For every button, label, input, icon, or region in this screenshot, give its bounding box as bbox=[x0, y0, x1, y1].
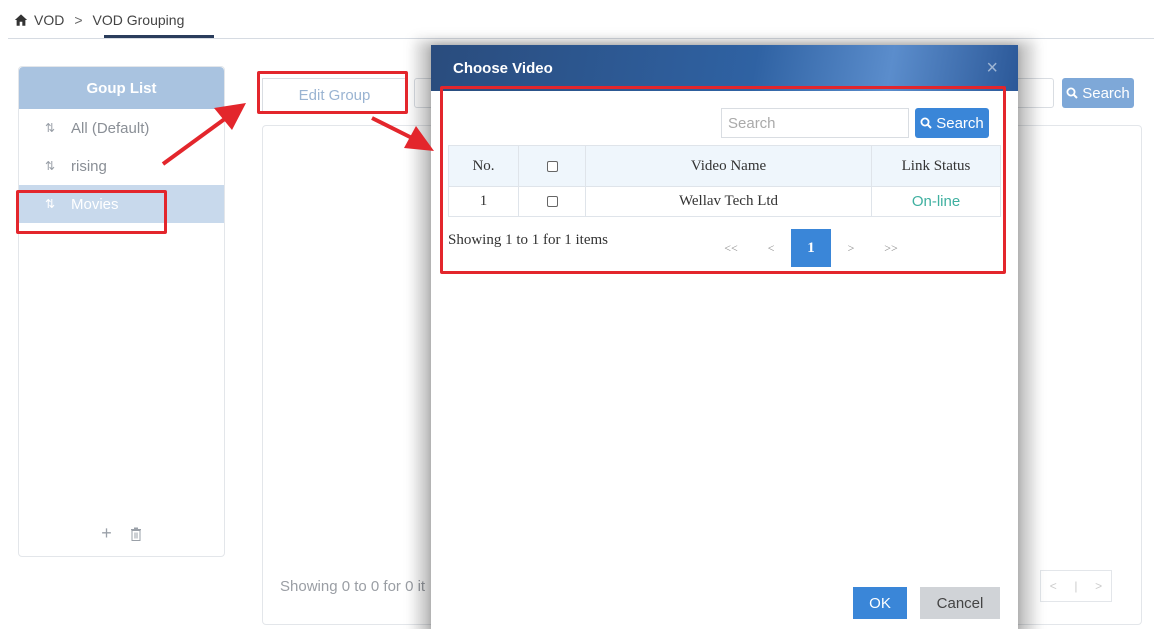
col-link-status: Link Status bbox=[871, 145, 1001, 187]
choose-video-dialog: Choose Video × Search No. Video Name Lin… bbox=[431, 45, 1018, 629]
sort-icon[interactable]: ⇅ bbox=[45, 197, 57, 211]
row-checkbox[interactable] bbox=[546, 196, 558, 208]
close-icon[interactable]: × bbox=[986, 57, 998, 80]
breadcrumb-home-link[interactable]: VOD bbox=[34, 12, 64, 28]
group-item-rising[interactable]: ⇅ rising bbox=[19, 147, 224, 185]
group-list-actions: + bbox=[19, 523, 224, 544]
row-link-status: On-line bbox=[871, 186, 1001, 217]
group-item-label: All (Default) bbox=[71, 119, 150, 137]
group-item-label: Movies bbox=[71, 195, 119, 213]
pager-next[interactable]: > bbox=[831, 229, 871, 267]
pager-first[interactable]: << bbox=[711, 229, 751, 267]
pager-last[interactable]: >> bbox=[871, 229, 911, 267]
group-list-title: Goup List bbox=[19, 67, 224, 109]
select-all-checkbox[interactable] bbox=[546, 160, 558, 172]
main-showing-text: Showing 0 to 0 for 0 it bbox=[280, 578, 426, 595]
group-item-label: rising bbox=[71, 157, 107, 175]
video-search-input[interactable] bbox=[721, 108, 909, 138]
home-icon[interactable] bbox=[14, 13, 28, 27]
row-select-cell bbox=[518, 186, 586, 217]
dialog-header: Choose Video × bbox=[431, 45, 1018, 91]
col-select-all bbox=[518, 145, 586, 187]
trash-icon[interactable] bbox=[130, 527, 142, 541]
table-row[interactable]: 1 Wellav Tech Ltd On-line bbox=[448, 186, 1001, 217]
sort-icon[interactable]: ⇅ bbox=[45, 159, 57, 173]
edit-group-button[interactable]: Edit Group bbox=[262, 78, 407, 112]
search-icon bbox=[920, 117, 932, 129]
breadcrumb-separator: > bbox=[74, 12, 83, 28]
breadcrumb-current[interactable]: VOD Grouping bbox=[93, 12, 185, 28]
main-search-label: Search bbox=[1082, 84, 1130, 102]
plus-icon[interactable]: + bbox=[101, 523, 112, 544]
row-no: 1 bbox=[448, 186, 519, 217]
cancel-button[interactable]: Cancel bbox=[920, 587, 1000, 619]
breadcrumb: VOD > VOD Grouping bbox=[14, 8, 184, 32]
dialog-showing-text: Showing 1 to 1 for 1 items bbox=[448, 232, 608, 248]
sort-icon[interactable]: ⇅ bbox=[45, 121, 57, 135]
video-search-button[interactable]: Search bbox=[915, 108, 989, 138]
pager-prev[interactable]: < bbox=[751, 229, 791, 267]
table-header-row: No. Video Name Link Status bbox=[448, 145, 1001, 187]
video-search-label: Search bbox=[936, 114, 984, 132]
row-video-name: Wellav Tech Ltd bbox=[585, 186, 872, 217]
group-list-panel: Goup List ⇅ All (Default) ⇅ rising ⇅ Mov… bbox=[18, 66, 225, 557]
search-icon bbox=[1066, 87, 1078, 99]
dialog-title: Choose Video bbox=[453, 59, 553, 77]
group-item-all-default[interactable]: ⇅ All (Default) bbox=[19, 109, 224, 147]
col-video-name: Video Name bbox=[585, 145, 872, 187]
video-table: No. Video Name Link Status 1 Wellav Tech… bbox=[448, 145, 1001, 217]
dialog-pager: << < 1 > >> bbox=[711, 229, 911, 267]
main-search-button[interactable]: Search bbox=[1062, 78, 1134, 108]
ok-button[interactable]: OK bbox=[853, 587, 907, 619]
pager-current-page[interactable]: 1 bbox=[791, 229, 831, 267]
main-pager[interactable]: < | > bbox=[1040, 570, 1112, 602]
col-no: No. bbox=[448, 145, 519, 187]
group-item-movies[interactable]: ⇅ Movies bbox=[19, 185, 224, 223]
breadcrumb-divider bbox=[8, 38, 1154, 39]
